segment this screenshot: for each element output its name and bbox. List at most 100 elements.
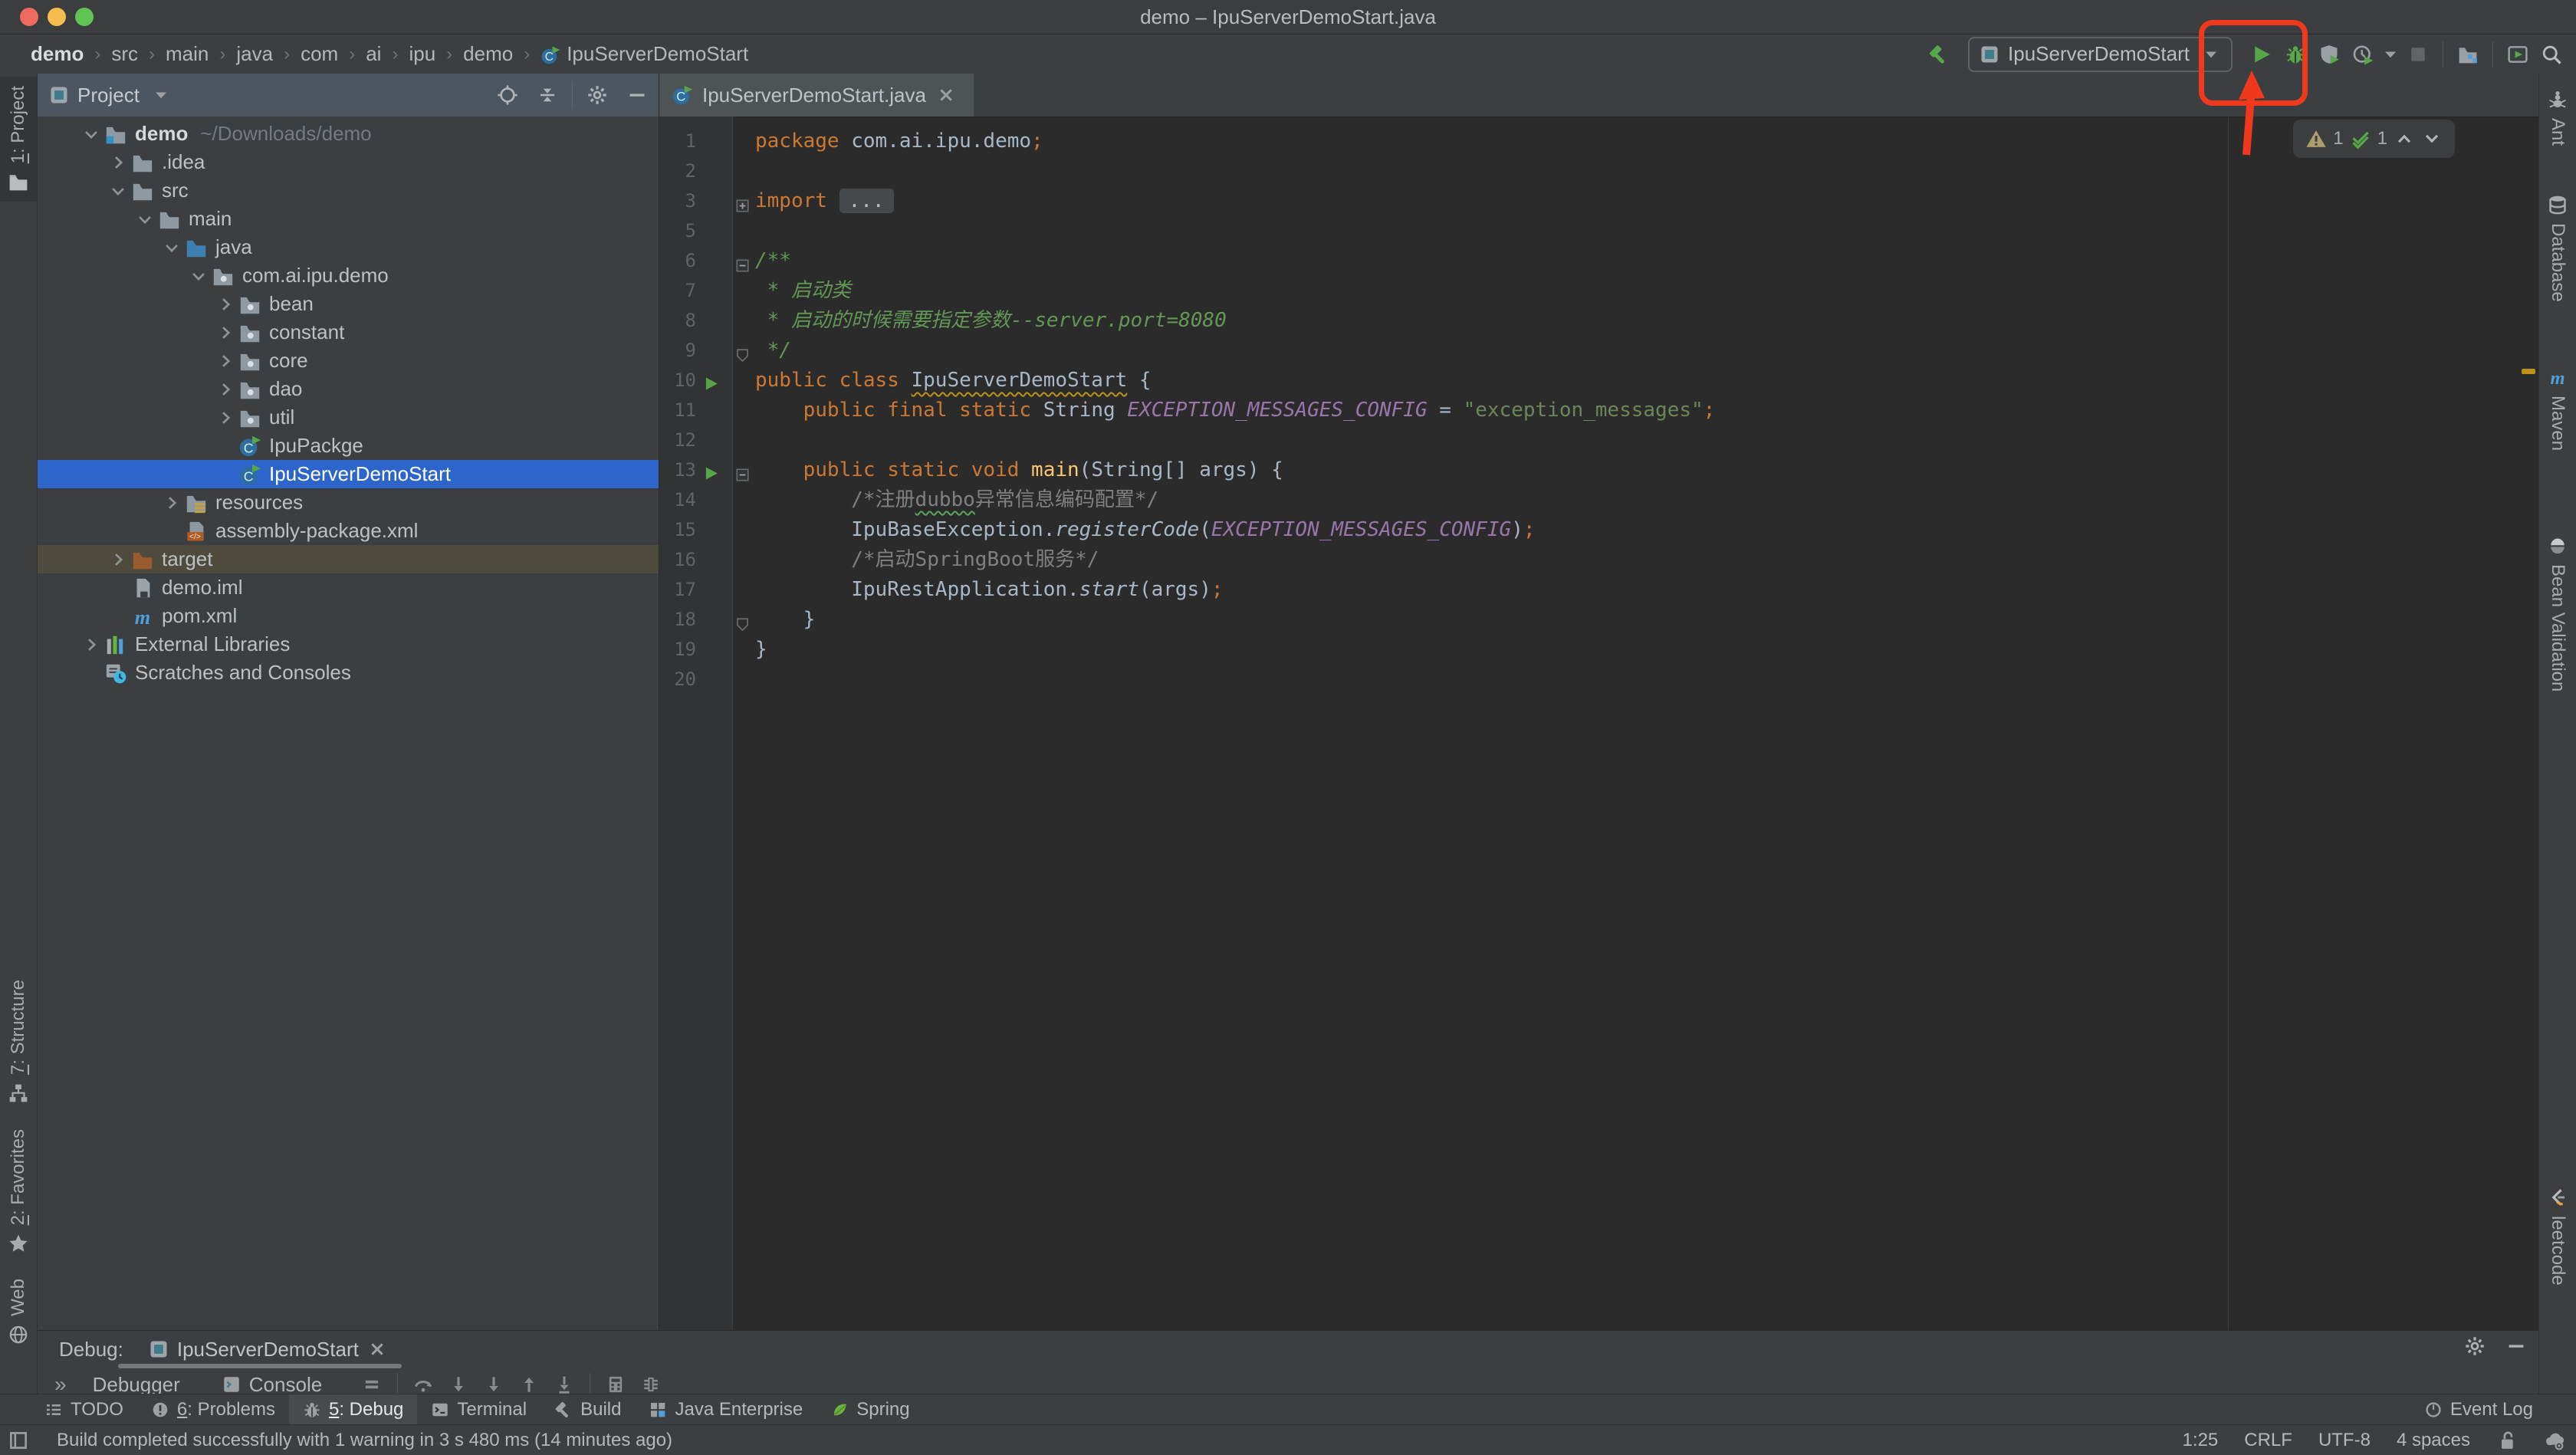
code-line-9[interactable]: 9 */	[659, 336, 2527, 366]
tool-window-button-todo[interactable]: TODO	[31, 1394, 137, 1425]
tool-stripe-leetcode[interactable]: leetcode	[2539, 1177, 2576, 1295]
tree-item-scratches-and-consoles[interactable]: Scratches and Consoles	[38, 659, 659, 687]
chevron-right-icon[interactable]	[214, 352, 237, 370]
tree-item-java[interactable]: java	[38, 233, 659, 261]
code-line-19[interactable]: 19}	[659, 635, 2527, 665]
tree-item-pom-xml[interactable]: mpom.xml	[38, 602, 659, 630]
mute-icon[interactable]	[362, 1375, 382, 1394]
event-log-button[interactable]: Event Log	[2424, 1399, 2533, 1421]
tool-stripe-web[interactable]: Web	[0, 1269, 37, 1355]
tool-stripe-database[interactable]: Database	[2539, 185, 2576, 311]
code-line-6[interactable]: 6/**	[659, 246, 2527, 276]
line-ending[interactable]: CRLF	[2244, 1430, 2292, 1451]
tool-stripe-ant[interactable]: Ant	[2539, 80, 2576, 155]
debug-session-tab[interactable]: IpuServerDemoStart	[143, 1335, 393, 1365]
caret-position[interactable]: 1:25	[2183, 1430, 2219, 1451]
next-problem-icon[interactable]	[2421, 128, 2443, 149]
tree-item-bean[interactable]: bean	[38, 290, 659, 318]
tool-window-button-terminal[interactable]: Terminal	[417, 1394, 540, 1425]
run-with-coverage-button[interactable]	[2312, 38, 2346, 71]
code-line-13[interactable]: 13 public static void main(String[] args…	[659, 455, 2527, 485]
tool-stripe-structure[interactable]: 7: Structure	[0, 971, 37, 1113]
error-stripe-mark[interactable]	[2522, 369, 2535, 374]
prev-problem-icon[interactable]	[2394, 128, 2415, 149]
tool-stripe-maven[interactable]: mMaven	[2539, 357, 2576, 460]
hide-panel-button[interactable]	[620, 78, 654, 112]
chevron-down-icon[interactable]	[160, 238, 183, 257]
code-line-7[interactable]: 7 * 启动类	[659, 276, 2527, 306]
tree-item-src[interactable]: src	[38, 176, 659, 205]
editor-tab[interactable]: C IpuServerDemoStart.java	[659, 74, 974, 117]
tree-item--idea[interactable]: .idea	[38, 148, 659, 176]
chevron-right-icon[interactable]	[107, 550, 130, 569]
breadcrumb-item[interactable]: src	[104, 42, 146, 66]
tool-stripe-favorites[interactable]: 2: Favorites	[0, 1120, 37, 1263]
runcursor-icon[interactable]	[554, 1375, 574, 1394]
tree-item-assembly-package-xml[interactable]: </>assembly-package.xml	[38, 517, 659, 545]
code-line-5[interactable]: 5	[659, 216, 2527, 246]
restore-icon[interactable]	[641, 1375, 661, 1394]
chevron-right-icon[interactable]	[214, 295, 237, 314]
code-line-16[interactable]: 16 /*启动SpringBoot服务*/	[659, 545, 2527, 575]
tool-stripe-beanvalidation[interactable]: Bean Validation	[2539, 526, 2576, 701]
sync-settings-icon[interactable]	[2544, 1430, 2565, 1451]
tool-window-button-spring[interactable]: Spring	[816, 1394, 923, 1425]
run-button[interactable]	[2245, 38, 2279, 71]
code-line-18[interactable]: 18 }	[659, 605, 2527, 635]
debugger-tab-debugger[interactable]: Debugger	[79, 1370, 194, 1395]
tool-window-button-javaenterprise[interactable]: Java Enterprise	[635, 1394, 816, 1425]
code-line-14[interactable]: 14 /*注册dubbo异常信息编码配置*/	[659, 485, 2527, 515]
chevron-right-icon[interactable]	[107, 153, 130, 172]
code-line-20[interactable]: 20	[659, 665, 2527, 695]
chevron-right-icon[interactable]	[214, 324, 237, 342]
tree-item-constant[interactable]: constant	[38, 318, 659, 347]
close-tab-icon[interactable]	[935, 84, 957, 106]
debug-settings-icon[interactable]	[2464, 1335, 2486, 1357]
breadcrumb-item[interactable]: com	[293, 42, 346, 66]
tree-item-core[interactable]: core	[38, 347, 659, 375]
tree-item-dao[interactable]: dao	[38, 375, 659, 403]
breadcrumb-item[interactable]: ipu	[401, 42, 443, 66]
step-over-icon[interactable]	[413, 1375, 433, 1394]
chevron-down-icon[interactable]	[133, 210, 156, 228]
chevron-right-icon[interactable]	[214, 380, 237, 399]
hide-debug-panel-icon[interactable]	[2505, 1335, 2527, 1357]
tool-stripe-project[interactable]: 1: Project	[0, 77, 37, 202]
tree-item-ipupackge[interactable]: CIpuPackge	[38, 432, 659, 460]
code-line-1[interactable]: 1package com.ai.ipu.demo;	[659, 126, 2527, 156]
code-editor[interactable]: 1package com.ai.ipu.demo;23import ...56/…	[659, 126, 2527, 695]
profiler-button[interactable]	[2346, 38, 2380, 71]
breadcrumb-item[interactable]: CIpuServerDemoStart	[533, 42, 756, 66]
collapse-all-button[interactable]	[531, 78, 564, 112]
code-line-12[interactable]: 12	[659, 425, 2527, 455]
file-encoding[interactable]: UTF-8	[2318, 1430, 2371, 1451]
code-line-2[interactable]: 2	[659, 156, 2527, 186]
indent-setting[interactable]: 4 spaces	[2397, 1430, 2470, 1451]
project-view-dropdown-icon[interactable]	[150, 84, 172, 106]
chevron-down-icon[interactable]	[187, 267, 210, 285]
run-config-selector[interactable]: IpuServerDemoStart	[1968, 37, 2233, 72]
breadcrumb-item[interactable]: demo	[23, 42, 91, 66]
toggle-tool-windows-icon[interactable]	[8, 1430, 29, 1451]
close-session-icon[interactable]	[366, 1338, 388, 1360]
profiler-dropdown-icon[interactable]	[2380, 44, 2401, 65]
inspection-widget[interactable]: 1 1	[2293, 120, 2455, 158]
tool-window-button-debug[interactable]: 5: Debug	[289, 1394, 417, 1425]
breadcrumb-item[interactable]: main	[158, 42, 216, 66]
debugger-tab-console[interactable]: Console	[208, 1370, 336, 1395]
breadcrumb-item[interactable]: demo	[455, 42, 521, 66]
breadcrumb-item[interactable]: java	[228, 42, 281, 66]
tree-item-util[interactable]: util	[38, 403, 659, 432]
build-project-button[interactable]	[1922, 38, 1956, 71]
select-opened-file-button[interactable]	[491, 78, 524, 112]
step-into-icon[interactable]	[449, 1375, 468, 1394]
tool-window-button-build[interactable]: Build	[540, 1394, 635, 1425]
tree-item-resources[interactable]: resources	[38, 488, 659, 517]
code-line-15[interactable]: 15 IpuBaseException.registerCode(EXCEPTI…	[659, 515, 2527, 545]
step-into-icon[interactable]	[484, 1375, 504, 1394]
chevron-down-icon[interactable]	[80, 125, 103, 143]
status-message[interactable]: Build completed successfully with 1 warn…	[57, 1430, 672, 1451]
chevron-right-icon[interactable]	[214, 409, 237, 427]
code-line-17[interactable]: 17 IpuRestApplication.start(args);	[659, 575, 2527, 605]
tree-item-target[interactable]: target	[38, 545, 659, 573]
